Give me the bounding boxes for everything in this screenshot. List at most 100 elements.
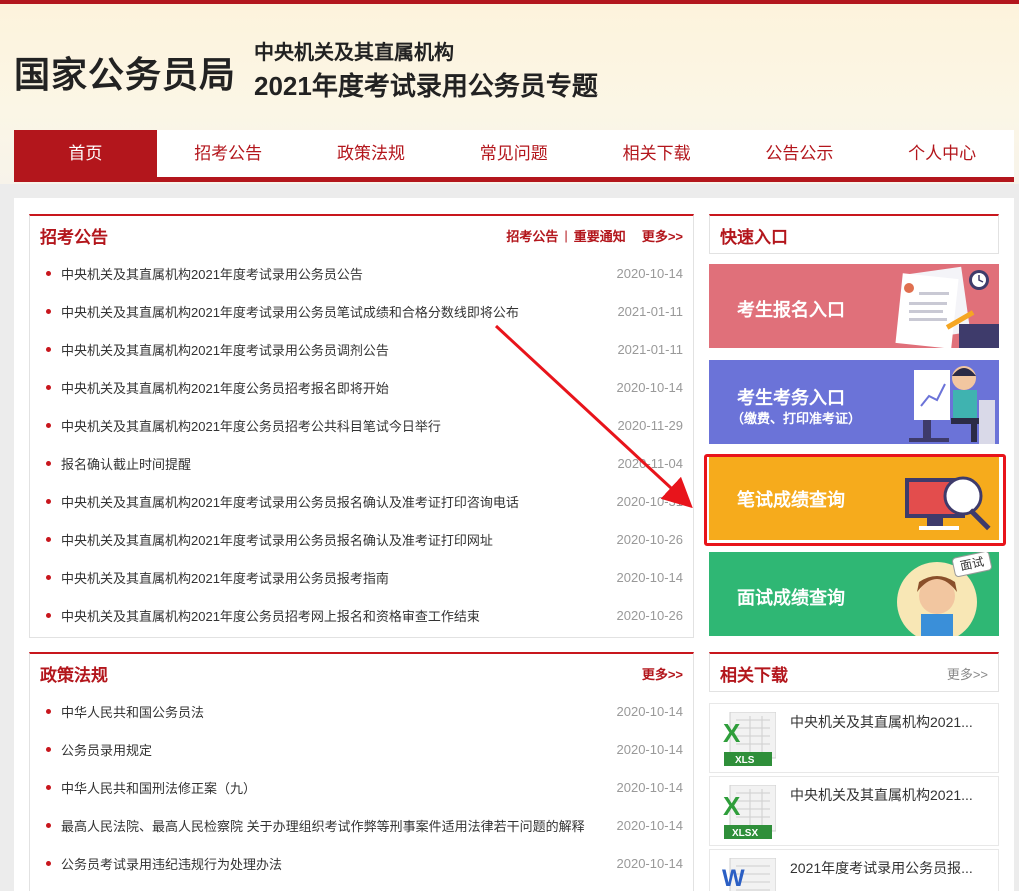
bullet-dot-icon: [46, 860, 51, 866]
download-name: 中央机关及其直属机构2021...: [790, 787, 973, 803]
applicant-registration-card[interactable]: 考生报名入口: [709, 264, 999, 348]
nav-downloads[interactable]: 相关下载: [585, 130, 728, 177]
svg-text:XLS: XLS: [735, 755, 755, 766]
nav-recruit[interactable]: 招考公告: [157, 130, 300, 177]
news-left: 中华人民共和国公务员法: [40, 702, 204, 721]
news-left: 最高人民法院、最高人民检察院 关于办理组织考试作弊等刑事案件适用法律若干问题的解…: [40, 816, 585, 835]
bullet-dot-icon: [46, 746, 51, 752]
exam-affairs-label: 考生考务入口: [737, 388, 845, 408]
news-date: 2020-10-26: [616, 607, 684, 623]
news-left: 中央机关及其直属机构2021年度考试录用公务员报名确认及准考证打印网址: [40, 530, 493, 549]
news-title[interactable]: 中华人民共和国公务员法: [61, 702, 204, 721]
download-item[interactable]: X XLSX 中央机关及其直属机构2021...: [709, 776, 999, 846]
news-date: 2020-10-14: [616, 855, 684, 871]
news-item[interactable]: 中央机关及其直属机构2021年度考试录用公务员报名确认及准考证打印网址 2020-…: [40, 520, 683, 558]
downloads-more-link[interactable]: 更多>>: [947, 664, 988, 683]
red-arrow-annotation: [494, 324, 693, 509]
nav-home[interactable]: 首页: [14, 130, 157, 177]
news-left: 中央机关及其直属机构2021年度考试录用公务员报名确认及准考证打印咨询电话: [40, 492, 519, 511]
recruit-more-link[interactable]: 更多>>: [642, 226, 683, 245]
news-left: 中央机关及其直属机构2021年度公务员招考网上报名和资格审查工作结束: [40, 606, 480, 625]
news-item[interactable]: 公务员考试录用违纪违规行为处理办法 2020-10-14: [40, 844, 683, 882]
recruit-link-announcements[interactable]: 招考公告: [506, 226, 558, 245]
news-title[interactable]: 最高人民法院、最高人民检察院 关于办理组织考试作弊等刑事案件适用法律若干问题的解…: [61, 816, 585, 835]
download-item[interactable]: X XLS 中央机关及其直属机构2021...: [709, 703, 999, 773]
news-left: 公务员考试录用违纪违规行为处理办法: [40, 854, 282, 873]
bullet-dot-icon: [46, 574, 51, 580]
interview-score-label: 面试成绩查询: [737, 588, 845, 608]
recruit-link-notices[interactable]: 重要通知: [574, 226, 626, 245]
bullet-dot-icon: [46, 270, 51, 276]
news-left: 报名确认截止时间提醒: [40, 454, 191, 473]
interview-score-card[interactable]: 面试 面试成绩查询: [709, 552, 999, 636]
nav-policy[interactable]: 政策法规: [300, 130, 443, 177]
bullet-dot-icon: [46, 308, 51, 314]
main-content: 招考公告 招考公告 | 重要通知 更多>> 中央机关及其直属机构2021年度考试…: [14, 198, 1014, 891]
excel-file-icon: X XLS: [723, 712, 776, 766]
news-left: 公务员录用规定: [40, 740, 152, 759]
exam-affairs-card[interactable]: 考生考务入口 （缴费、打印准考证）: [709, 360, 999, 444]
news-date: 2020-10-14: [616, 569, 684, 585]
news-title[interactable]: 中央机关及其直属机构2021年度考试录用公务员报考指南: [61, 568, 389, 587]
quick-entry-panel: 快速入口: [709, 214, 999, 254]
nav-personal[interactable]: 个人中心: [871, 130, 1014, 177]
news-title[interactable]: 公务员考试录用违纪违规行为处理办法: [61, 854, 282, 873]
nav-notices[interactable]: 公告公示: [728, 130, 871, 177]
download-name: 中央机关及其直属机构2021...: [790, 714, 973, 730]
news-title[interactable]: 报名确认截止时间提醒: [61, 454, 191, 473]
news-date: 2021-01-11: [617, 303, 683, 319]
news-item[interactable]: 公务员录用规定 2020-10-14: [40, 730, 683, 768]
download-item[interactable]: W 2021年度考试录用公务员报...: [709, 849, 999, 891]
svg-text:W: W: [722, 865, 745, 891]
news-item[interactable]: 中央机关及其直属机构2021年度考试录用公务员公告 2020-10-14: [40, 254, 683, 292]
news-date: 2020-10-14: [616, 741, 684, 757]
news-item[interactable]: 最高人民法院、最高人民检察院 关于办理组织考试作弊等刑事案件适用法律若干问题的解…: [40, 806, 683, 844]
bullet-dot-icon: [46, 822, 51, 828]
news-left: 中华人民共和国刑法修正案（九）: [40, 778, 256, 797]
news-item[interactable]: 中央机关及其直属机构2021年度公务员招考网上报名和资格审查工作结束 2020-1…: [40, 596, 683, 634]
news-title[interactable]: 中华人民共和国刑法修正案（九）: [61, 778, 256, 797]
news-title[interactable]: 中央机关及其直属机构2021年度考试录用公务员报名确认及准考证打印咨询电话: [61, 492, 519, 511]
bullet-dot-icon: [46, 708, 51, 714]
news-item[interactable]: 中华人民共和国公务员法 2020-10-14: [40, 692, 683, 730]
news-item[interactable]: 中华人民共和国刑法修正案（九） 2020-10-14: [40, 768, 683, 806]
downloads-title: 相关下载: [720, 665, 788, 685]
header-subtitle: 中央机关及其直属机构: [254, 42, 454, 64]
downloads-panel: 相关下载 更多>>: [709, 652, 999, 692]
news-title[interactable]: 公务员录用规定: [61, 740, 152, 759]
news-left: 中央机关及其直属机构2021年度考试录用公务员报考指南: [40, 568, 389, 587]
bullet-dot-icon: [46, 536, 51, 542]
news-left: 中央机关及其直属机构2021年度考试录用公务员公告: [40, 264, 363, 283]
bullet-dot-icon: [46, 498, 51, 504]
svg-text:X: X: [723, 718, 741, 748]
recruit-panel-title: 招考公告: [40, 227, 108, 247]
nav-faq[interactable]: 常见问题: [442, 130, 585, 177]
policy-news-list: 中华人民共和国公务员法 2020-10-14 公务员录用规定 2020-10-14 中华…: [30, 692, 693, 882]
quick-entry-title: 快速入口: [720, 227, 788, 247]
news-title[interactable]: 中央机关及其直属机构2021年度考试录用公务员报名确认及准考证打印网址: [61, 530, 493, 549]
excel-file-icon: X XLSX: [723, 785, 776, 839]
news-title[interactable]: 中央机关及其直属机构2021年度考试录用公务员笔试成绩和合格分数线即将公布: [61, 302, 519, 321]
site-logo[interactable]: 国家公务员局: [14, 46, 236, 98]
link-separator: |: [564, 227, 568, 243]
news-title[interactable]: 中央机关及其直属机构2021年度公务员招考网上报名和资格审查工作结束: [61, 606, 480, 625]
news-left: 中央机关及其直属机构2021年度公务员招考报名即将开始: [40, 378, 389, 397]
highlight-box: [704, 454, 1006, 546]
word-file-icon: W: [722, 858, 776, 891]
news-item[interactable]: 中央机关及其直属机构2021年度考试录用公务员报考指南 2020-10-14: [40, 558, 683, 596]
svg-text:XLSX: XLSX: [732, 828, 758, 839]
bullet-dot-icon: [46, 384, 51, 390]
news-date: 2020-10-14: [616, 703, 684, 719]
svg-text:X: X: [723, 791, 741, 821]
header-title: 2021年度考试录用公务员专题: [254, 71, 598, 101]
news-title[interactable]: 中央机关及其直属机构2021年度考试录用公务员调剂公告: [61, 340, 389, 359]
policy-more-link[interactable]: 更多>>: [642, 664, 683, 683]
news-date: 2020-10-14: [616, 265, 684, 281]
main-nav: 首页 招考公告 政策法规 常见问题 相关下载 公告公示 个人中心: [14, 130, 1014, 182]
news-title[interactable]: 中央机关及其直属机构2021年度公务员招考公共科目笔试今日举行: [61, 416, 441, 435]
news-date: 2020-10-14: [616, 817, 684, 833]
bullet-dot-icon: [46, 346, 51, 352]
news-title[interactable]: 中央机关及其直属机构2021年度公务员招考报名即将开始: [61, 378, 389, 397]
applicant-registration-label: 考生报名入口: [737, 300, 845, 320]
news-title[interactable]: 中央机关及其直属机构2021年度考试录用公务员公告: [61, 264, 363, 283]
